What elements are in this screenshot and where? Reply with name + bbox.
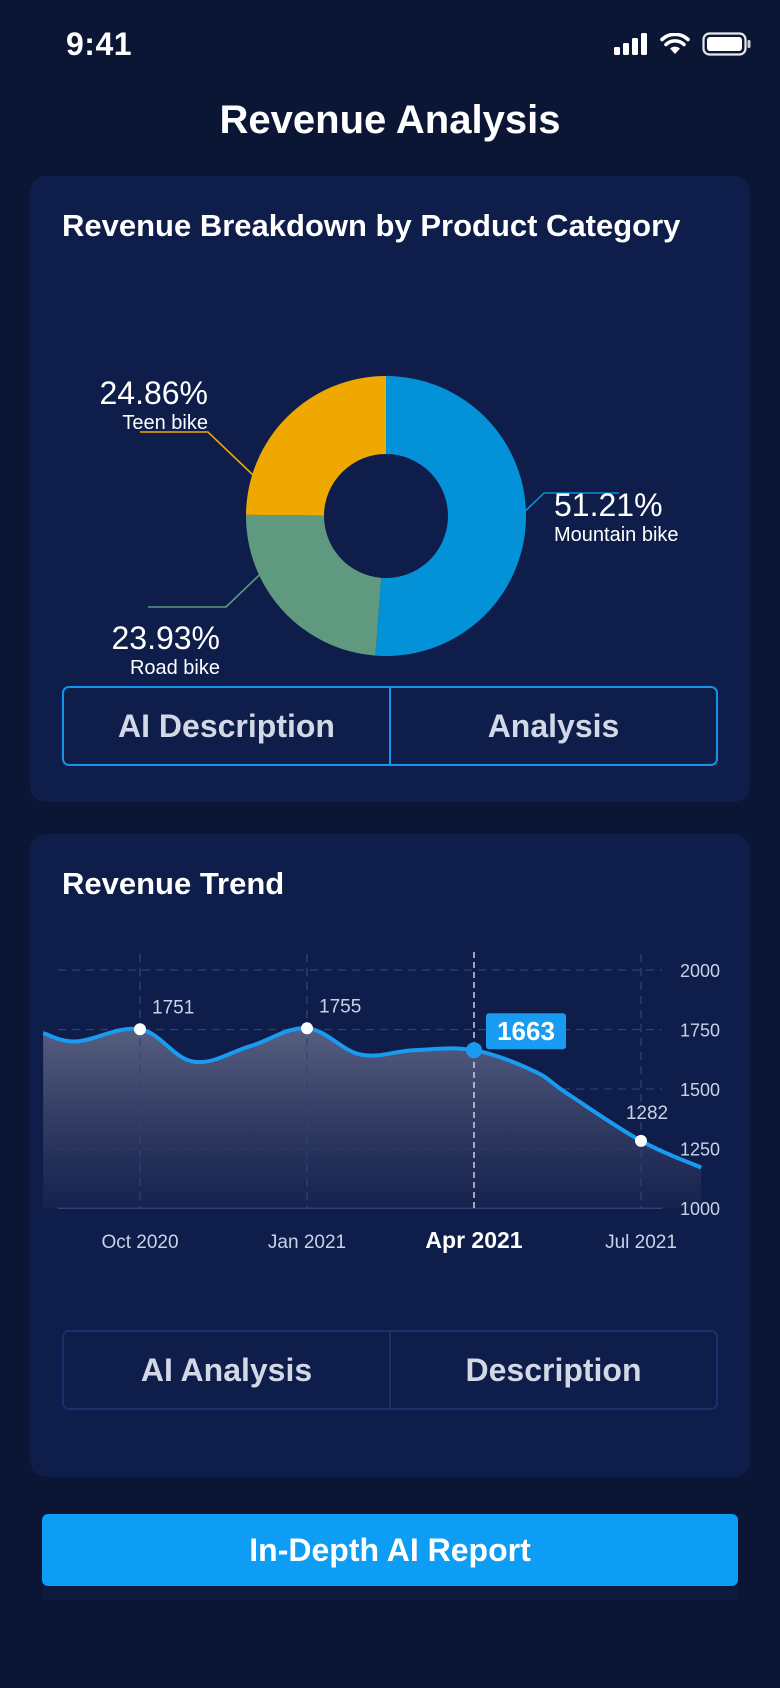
breakdown-segmented-control: AI Description Analysis — [62, 686, 718, 766]
road-bike-label: Road bike — [130, 657, 220, 679]
mountain-bike-label: Mountain bike — [554, 524, 679, 546]
ai-analysis-button[interactable]: AI Analysis — [64, 1332, 389, 1408]
donut-chart: 24.86% Teen bike 23.93% Road bike 51.21%… — [99, 375, 679, 679]
cellular-signal-icon — [614, 33, 647, 55]
ai-description-button[interactable]: AI Description — [64, 688, 389, 764]
status-icons — [614, 32, 752, 56]
description-button[interactable]: Description — [389, 1332, 716, 1408]
battery-icon — [702, 32, 751, 56]
trend-segmented-control: AI Analysis Description — [62, 1330, 718, 1410]
status-time: 9:41 — [66, 26, 133, 62]
mountain-bike-slice[interactable] — [375, 376, 527, 656]
breakdown-card-title: Revenue Breakdown by Product Category — [62, 208, 681, 243]
donut-slices — [246, 376, 527, 656]
analysis-button[interactable]: Analysis — [389, 688, 716, 764]
data-point-label: 1282 — [626, 1103, 668, 1124]
road-bike-slice[interactable] — [246, 514, 382, 656]
data-point[interactable] — [635, 1134, 647, 1147]
revenue-trend-card: Revenue Trend 2000 1750 1500 1250 1000 Oct 2… — [30, 834, 750, 1477]
data-point-label: 1755 — [319, 996, 361, 1017]
data-point[interactable] — [301, 1022, 313, 1035]
teen-bike-label: Teen bike — [122, 412, 208, 434]
road-bike-percent: 23.93% — [111, 620, 220, 656]
selected-value-label: 1663 — [497, 1016, 555, 1046]
mountain-bike-percent: 51.21% — [554, 487, 663, 523]
page-title: Revenue Analysis — [219, 98, 561, 142]
x-tick-label[interactable]: Jan 2021 — [268, 1232, 346, 1253]
y-tick-label: 1000 — [680, 1199, 720, 1219]
teen-bike-percent: 24.86% — [99, 375, 208, 411]
revenue-trend-chart: 2000 1750 1500 1250 1000 Oct 2020 Jan 2021 Apr… — [42, 952, 720, 1253]
status-bar: 9:41 — [0, 0, 780, 92]
revenue-breakdown-card: Revenue Breakdown by Product Category 24… — [30, 176, 750, 802]
teen-bike-slice[interactable] — [246, 376, 386, 516]
x-tick-label[interactable]: Oct 2020 — [101, 1232, 178, 1253]
y-tick-label: 1500 — [680, 1080, 720, 1100]
cta-shadow — [42, 1586, 738, 1600]
teen-bike-leader-line — [140, 431, 254, 476]
y-tick-label: 2000 — [680, 961, 720, 981]
y-tick-label: 1250 — [680, 1140, 720, 1160]
in-depth-ai-report-button[interactable]: In-Depth AI Report — [42, 1514, 738, 1586]
selected-point[interactable] — [466, 1042, 482, 1059]
y-tick-label: 1750 — [680, 1021, 720, 1041]
wifi-icon — [660, 33, 690, 54]
data-point[interactable] — [134, 1023, 146, 1036]
x-tick-label-selected[interactable]: Apr 2021 — [425, 1227, 522, 1253]
x-tick-label[interactable]: Jul 2021 — [605, 1232, 677, 1253]
x-axis-labels: Oct 2020 Jan 2021 Apr 2021 Jul 2021 — [101, 1227, 676, 1253]
trend-card-title: Revenue Trend — [62, 866, 285, 901]
data-point-label: 1751 — [152, 997, 194, 1018]
